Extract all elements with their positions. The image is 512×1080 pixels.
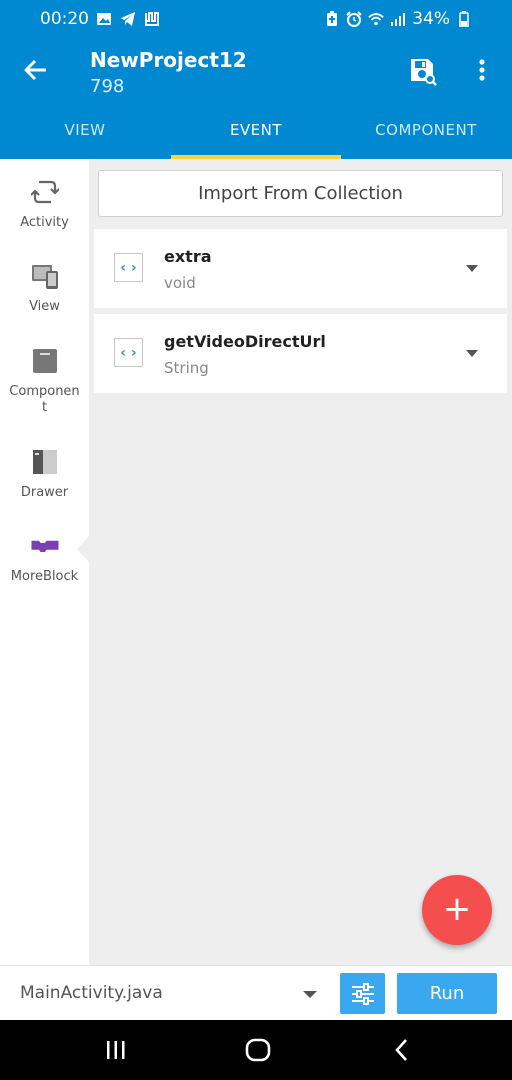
chevron-down-icon[interactable] bbox=[466, 350, 478, 357]
chevron-down-icon[interactable] bbox=[303, 991, 317, 998]
image-icon bbox=[96, 11, 112, 27]
add-fab-button[interactable]: + bbox=[422, 875, 492, 945]
app-bar: NewProject12 798 VIEW EVENT COMPONENT bbox=[0, 40, 512, 159]
sidebar-item-drawer[interactable]: Drawer bbox=[0, 447, 89, 501]
mi-icon bbox=[144, 11, 160, 27]
chevron-down-icon[interactable] bbox=[466, 265, 478, 272]
tab-view-label: VIEW bbox=[64, 121, 106, 139]
system-nav-bar bbox=[0, 1020, 512, 1080]
tab-indicator bbox=[171, 155, 341, 159]
plus-icon: + bbox=[442, 889, 472, 929]
arrow-back-icon[interactable] bbox=[22, 56, 50, 84]
sidebar-item-component[interactable]: Componen t bbox=[0, 346, 89, 416]
event-item-extra[interactable]: ‹ › extra void bbox=[94, 229, 507, 308]
event-item-getvideodirecturl[interactable]: ‹ › getVideoDirectUrl String bbox=[94, 314, 507, 393]
event-name: extra bbox=[164, 247, 212, 266]
sidebar-item-activity[interactable]: Activity bbox=[0, 177, 89, 231]
selection-pointer bbox=[77, 535, 90, 563]
sidebar-item-label: MoreBlock bbox=[10, 569, 79, 584]
code-brackets-icon: ‹ › bbox=[114, 253, 143, 282]
project-id: 798 bbox=[90, 76, 125, 97]
sidebar: Activity View Componen t Drawer MoreBloc… bbox=[0, 159, 90, 965]
tab-event[interactable]: EVENT bbox=[171, 112, 341, 159]
event-type: void bbox=[164, 274, 196, 292]
telegram-icon bbox=[120, 11, 136, 27]
status-time: 00:20 bbox=[40, 9, 89, 29]
moreblock-icon bbox=[30, 531, 60, 561]
sliders-icon bbox=[351, 982, 374, 1005]
home-icon[interactable] bbox=[242, 1035, 274, 1065]
view-devices-icon bbox=[30, 261, 60, 291]
sidebar-item-label: Componen t bbox=[9, 384, 80, 415]
tab-component-label: COMPONENT bbox=[375, 121, 477, 139]
drawer-icon bbox=[30, 447, 60, 477]
settings-button[interactable] bbox=[340, 973, 385, 1014]
alarm-icon bbox=[346, 11, 362, 27]
tab-bar: VIEW EVENT COMPONENT bbox=[0, 112, 512, 159]
sidebar-item-label: View bbox=[29, 299, 60, 314]
import-from-collection-button[interactable]: Import From Collection bbox=[98, 170, 503, 217]
tab-component[interactable]: COMPONENT bbox=[341, 112, 511, 159]
back-icon[interactable] bbox=[386, 1035, 418, 1065]
tab-view[interactable]: VIEW bbox=[0, 112, 170, 159]
run-button[interactable]: Run bbox=[397, 973, 497, 1014]
file-selector[interactable]: MainActivity.java bbox=[20, 983, 163, 1003]
sidebar-item-moreblock[interactable]: MoreBlock bbox=[0, 531, 89, 585]
tab-event-label: EVENT bbox=[229, 121, 283, 139]
save-icon[interactable] bbox=[408, 56, 438, 86]
recent-apps-icon[interactable] bbox=[100, 1035, 132, 1065]
wifi-icon bbox=[368, 11, 384, 27]
activity-cycle-icon bbox=[30, 177, 60, 207]
more-vertical-icon[interactable] bbox=[472, 56, 492, 84]
sidebar-item-label: Drawer bbox=[20, 485, 69, 500]
sidebar-item-view[interactable]: View bbox=[0, 261, 89, 315]
component-box-icon bbox=[30, 346, 60, 376]
bottom-bar: MainActivity.java Run bbox=[0, 965, 512, 1020]
sidebar-item-label: Activity bbox=[20, 215, 69, 230]
event-type: String bbox=[164, 359, 209, 377]
event-name: getVideoDirectUrl bbox=[164, 332, 326, 351]
battery-percent: 34% bbox=[412, 9, 450, 29]
status-bar: 00:20 34% bbox=[0, 0, 512, 40]
battery-icon bbox=[456, 11, 472, 27]
code-brackets-icon: ‹ › bbox=[114, 338, 143, 367]
project-name: NewProject12 bbox=[90, 48, 247, 72]
battery-saver-icon bbox=[324, 11, 340, 27]
signal-icon bbox=[390, 11, 406, 27]
